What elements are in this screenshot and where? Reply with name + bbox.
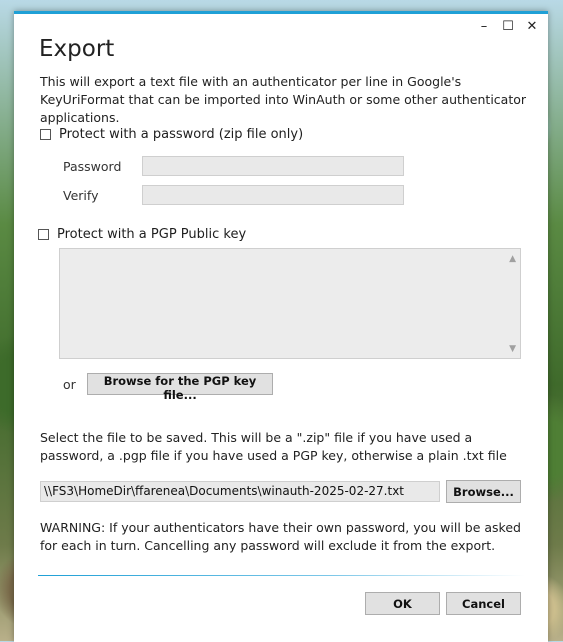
password-protect-checkbox[interactable]: Protect with a password (zip file only): [40, 127, 303, 142]
verify-field[interactable]: [142, 185, 404, 205]
dialog-title: Export: [39, 36, 115, 62]
maximize-button[interactable]: ☐: [496, 16, 520, 38]
ok-button[interactable]: OK: [365, 592, 440, 615]
pgp-checkbox-box[interactable]: [38, 229, 49, 240]
file-path-input[interactable]: \\FS3\HomeDir\ffarenea\Documents\winauth…: [40, 481, 440, 502]
minimize-icon: –: [480, 19, 488, 34]
password-checkbox-box[interactable]: [40, 129, 51, 140]
browse-pgp-key-button[interactable]: Browse for the PGP key file...: [87, 373, 273, 402]
export-description: This will export a text file with an aut…: [40, 74, 527, 125]
password-field[interactable]: [142, 156, 404, 176]
pgp-protect-checkbox[interactable]: Protect with a PGP Public key: [38, 227, 246, 242]
or-label: or: [63, 377, 76, 392]
warning-text: WARNING: If your authenticators have the…: [40, 520, 521, 553]
verify-label: Verify: [63, 188, 99, 203]
export-dialog: – ☐ ✕ Export This will export a text fil…: [14, 11, 548, 642]
file-instructions: Select the file to be saved. This will b…: [40, 430, 507, 463]
password-checkbox-label: Protect with a password (zip file only): [59, 127, 304, 142]
close-button[interactable]: ✕: [520, 16, 544, 38]
pgp-key-textarea[interactable]: ▲ ▼: [59, 248, 521, 359]
pgp-checkbox-label: Protect with a PGP Public key: [57, 227, 247, 242]
scroll-up-arrow-icon[interactable]: ▲: [509, 254, 516, 264]
cancel-button[interactable]: Cancel: [446, 592, 521, 615]
minimize-button[interactable]: –: [472, 16, 496, 38]
footer-divider: [38, 575, 525, 576]
browse-file-button[interactable]: Browse...: [446, 480, 521, 503]
maximize-icon: ☐: [502, 19, 514, 34]
close-icon: ✕: [526, 19, 538, 34]
scroll-down-arrow-icon[interactable]: ▼: [509, 344, 516, 354]
password-label: Password: [63, 159, 122, 174]
